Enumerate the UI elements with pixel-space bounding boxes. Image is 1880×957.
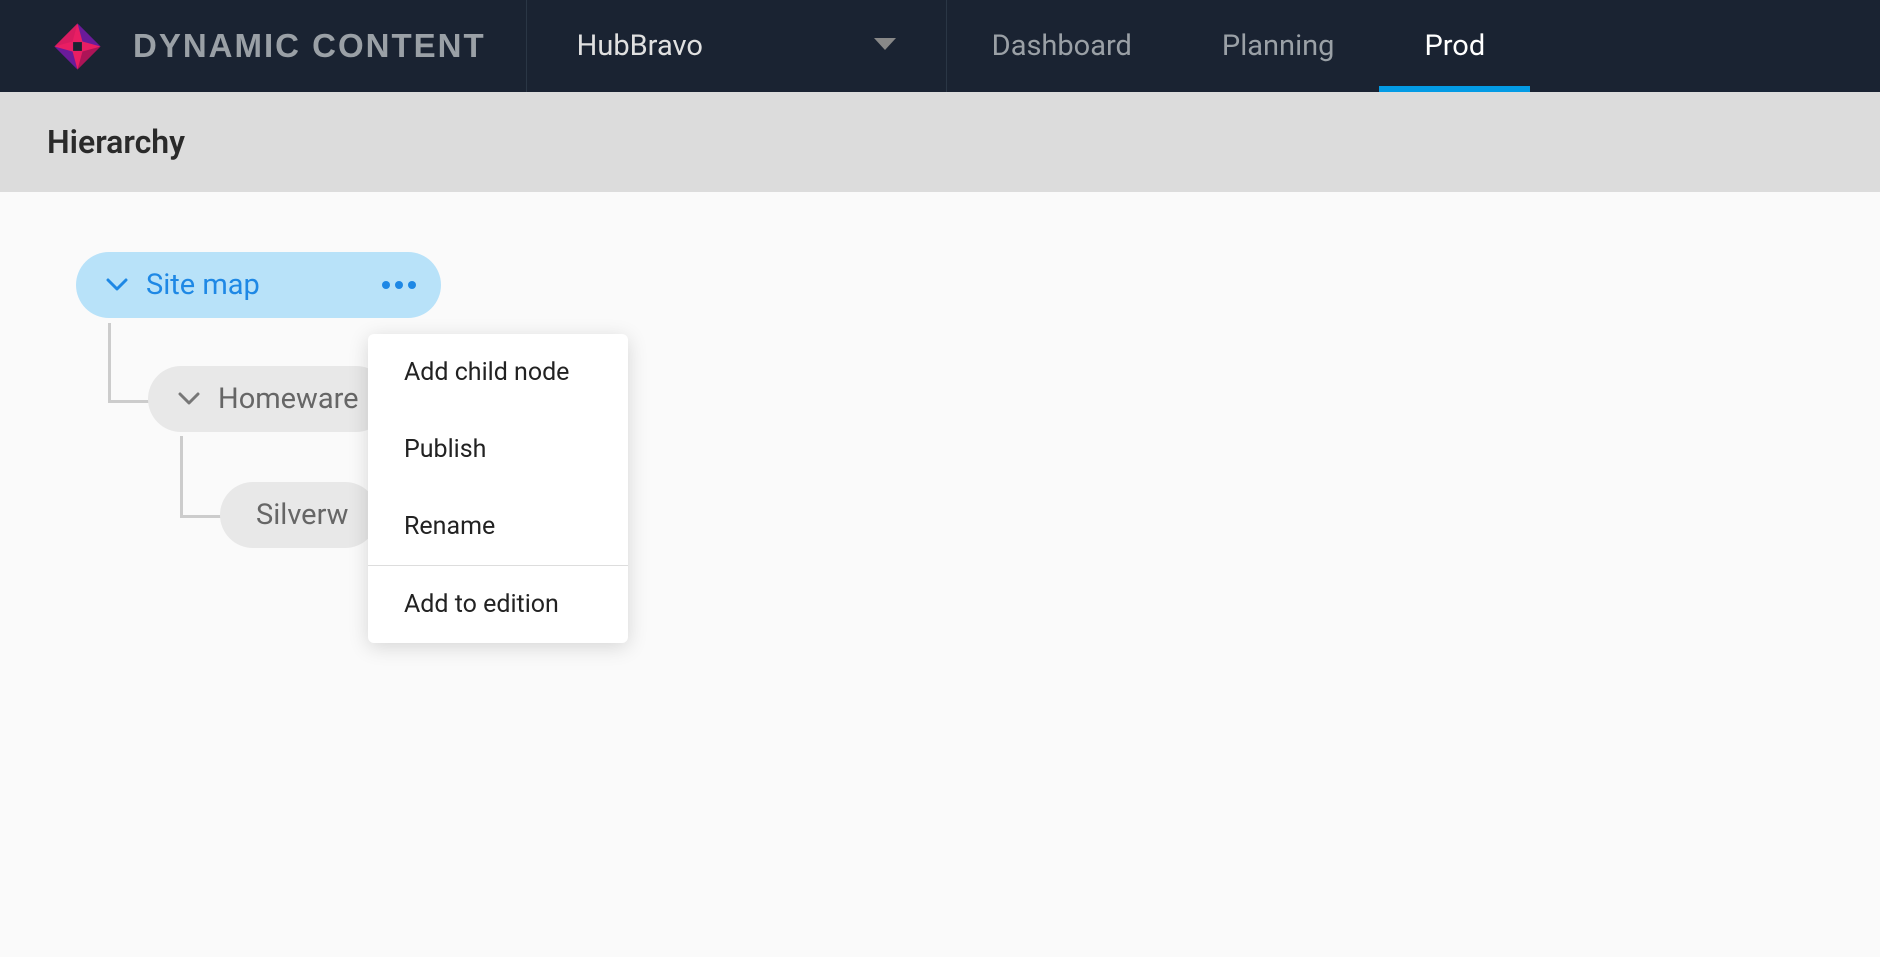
tree-node-homeware: Homeware xyxy=(148,366,389,432)
menu-add-child-node[interactable]: Add child node xyxy=(368,334,628,411)
chevron-down-icon xyxy=(178,392,200,406)
nav-label: Prod xyxy=(1424,29,1485,63)
chevron-down-icon xyxy=(106,278,128,292)
tree-connector xyxy=(108,323,111,403)
more-actions-icon[interactable] xyxy=(382,281,416,289)
node-pill-homeware[interactable]: Homeware xyxy=(148,366,389,432)
node-label: Silverw xyxy=(256,498,348,532)
nav-dashboard[interactable]: Dashboard xyxy=(947,0,1177,92)
nav-production[interactable]: Prod xyxy=(1379,0,1530,92)
tree-node-silverware: Silverw xyxy=(220,482,378,548)
menu-label: Publish xyxy=(404,435,486,464)
hub-selector[interactable]: HubBravo xyxy=(527,0,947,92)
brand-title: DYNAMIC CONTENT xyxy=(133,27,486,65)
brand: DYNAMIC CONTENT xyxy=(0,0,527,92)
tree-connector xyxy=(108,400,150,403)
tree-connector xyxy=(180,515,222,518)
caret-down-icon xyxy=(874,36,896,57)
menu-add-to-edition[interactable]: Add to edition xyxy=(368,566,628,643)
node-pill-site-map[interactable]: Site map xyxy=(76,252,441,318)
hub-name: HubBravo xyxy=(577,29,874,63)
menu-rename[interactable]: Rename xyxy=(368,488,628,565)
context-menu: Add child node Publish Rename Add to edi… xyxy=(368,334,628,643)
brand-logo-icon xyxy=(50,19,105,74)
top-nav: Dashboard Planning Prod xyxy=(947,0,1880,92)
menu-label: Add to edition xyxy=(404,590,559,619)
page-title: Hierarchy xyxy=(47,123,185,161)
node-pill-silverware[interactable]: Silverw xyxy=(220,482,378,548)
tree-connector xyxy=(180,436,183,518)
nav-planning[interactable]: Planning xyxy=(1177,0,1380,92)
tree-node-root: Site map xyxy=(76,252,441,318)
nav-label: Planning xyxy=(1222,29,1335,63)
menu-label: Add child node xyxy=(404,358,569,387)
menu-publish[interactable]: Publish xyxy=(368,411,628,488)
node-label: Site map xyxy=(146,268,260,302)
nav-label: Dashboard xyxy=(992,29,1132,63)
node-label: Homeware xyxy=(218,382,359,416)
app-header: DYNAMIC CONTENT HubBravo Dashboard Plann… xyxy=(0,0,1880,92)
menu-label: Rename xyxy=(404,512,495,541)
subheader: Hierarchy xyxy=(0,92,1880,192)
